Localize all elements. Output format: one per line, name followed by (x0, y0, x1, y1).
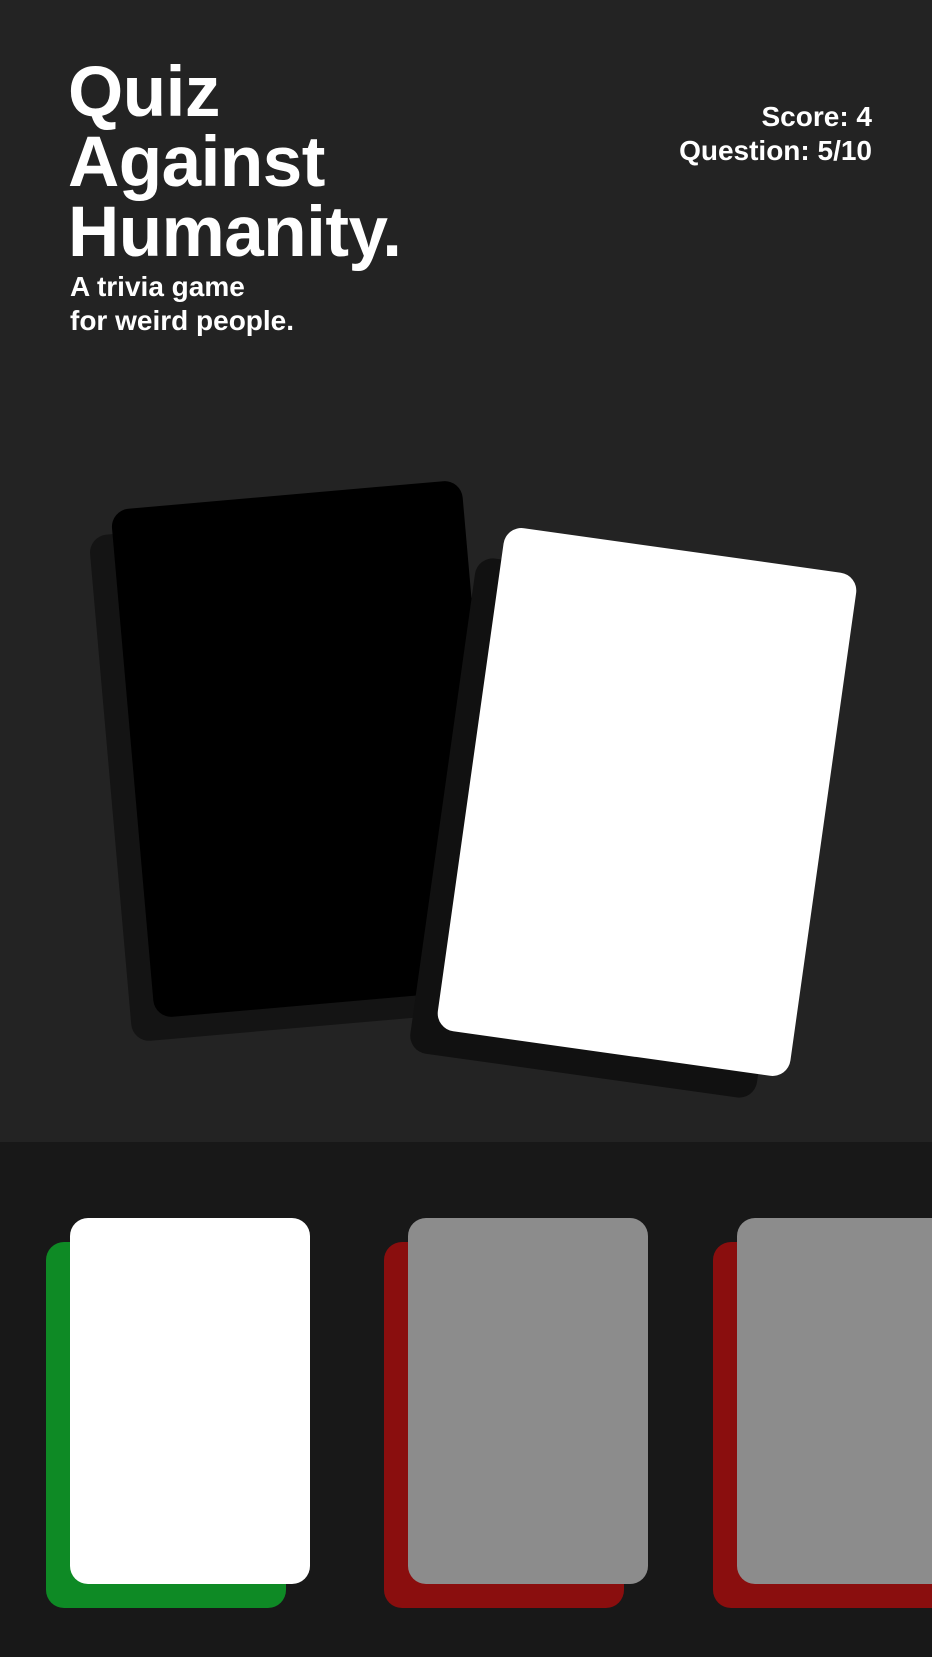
subtitle-line: for weird people. (70, 305, 295, 336)
title-line: Humanity. (68, 193, 402, 272)
question-counter: Question: 5/10 (679, 135, 872, 166)
title-line: Against (68, 123, 325, 202)
title-line: Quiz (68, 53, 220, 132)
answer-choice-card[interactable] (46, 1218, 310, 1608)
answer-card-face[interactable] (408, 1218, 648, 1584)
score-text: Score: 4 (761, 101, 873, 132)
game-table: Quiz Against Humanity. A trivia game for… (0, 0, 932, 1142)
answer-card-face[interactable] (737, 1218, 932, 1584)
game-title: Quiz Against Humanity. (68, 53, 402, 272)
score-panel: Score: 4 Question: 5/10 (679, 100, 872, 168)
answer-choice-card[interactable] (384, 1218, 648, 1608)
answer-choice-card[interactable] (713, 1218, 932, 1608)
answer-card-face[interactable] (70, 1218, 310, 1584)
answer-white-card (435, 525, 859, 1079)
subtitle-line: A trivia game (70, 271, 245, 302)
game-subtitle: A trivia game for weird people. (70, 270, 294, 338)
